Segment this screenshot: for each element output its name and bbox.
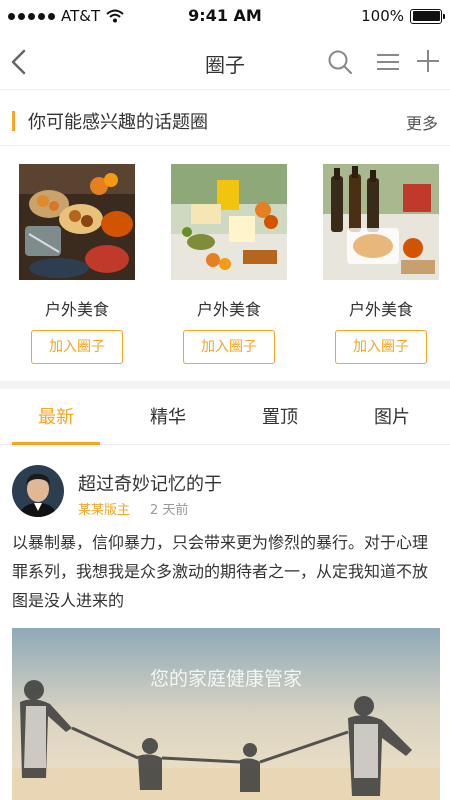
status-right: 100% <box>361 7 445 25</box>
search-icon[interactable] <box>326 48 354 76</box>
avatar[interactable] <box>12 465 64 517</box>
circle-card[interactable]: 户外美食 加入圈子 <box>19 164 135 364</box>
author-role-badge: 某某版主 <box>78 503 131 518</box>
post-author[interactable]: 超过奇妙记忆的于 <box>78 470 222 496</box>
status-bar: AT&T 9:41 AM 100% <box>0 0 450 34</box>
section-accent-bar <box>12 111 15 131</box>
tab-featured[interactable]: 精华 <box>112 403 224 429</box>
battery-icon <box>410 8 445 24</box>
menu-icon[interactable] <box>374 48 402 76</box>
section-header: 你可能感兴趣的话题圈 更多 <box>0 96 450 146</box>
add-icon[interactable] <box>414 47 442 75</box>
section-title: 你可能感兴趣的话题圈 <box>28 112 208 133</box>
tab-bar: 最新 精华 置顶 图片 <box>0 389 450 445</box>
post-body[interactable]: 以暴制暴，信仰暴力，只会带来更为惨烈的暴行。对于心理罪系列，我想我是众多激动的期… <box>12 528 440 615</box>
post-timestamp: 2 天前 <box>150 503 189 518</box>
circle-name: 户外美食 <box>196 300 261 319</box>
join-circle-button[interactable]: 加入圈子 <box>335 330 427 364</box>
circle-name: 户外美食 <box>348 300 413 319</box>
tab-images[interactable]: 图片 <box>336 403 448 429</box>
join-circle-button[interactable]: 加入圈子 <box>31 330 123 364</box>
circle-card[interactable]: 户外美食 加入圈子 <box>171 164 287 364</box>
post-image[interactable]: 您的家庭健康管家 <box>12 628 440 800</box>
drinks-picnic-image <box>323 164 439 280</box>
tab-pinned[interactable]: 置顶 <box>224 403 336 429</box>
tab-latest[interactable]: 最新 <box>0 403 112 429</box>
more-link[interactable]: 更多 <box>406 110 438 134</box>
circle-card[interactable]: 户外美食 加入圈子 <box>323 164 439 364</box>
section-divider <box>0 381 450 389</box>
circle-name: 户外美食 <box>44 300 109 319</box>
food-picnic-image <box>19 164 135 280</box>
post-image-caption: 您的家庭健康管家 <box>149 668 302 690</box>
cheese-picnic-image <box>171 164 287 280</box>
join-circle-button[interactable]: 加入圈子 <box>183 330 275 364</box>
battery-percent: 100% <box>361 7 404 25</box>
nav-bar: 圈子 <box>0 34 450 90</box>
active-tab-indicator <box>12 442 100 445</box>
